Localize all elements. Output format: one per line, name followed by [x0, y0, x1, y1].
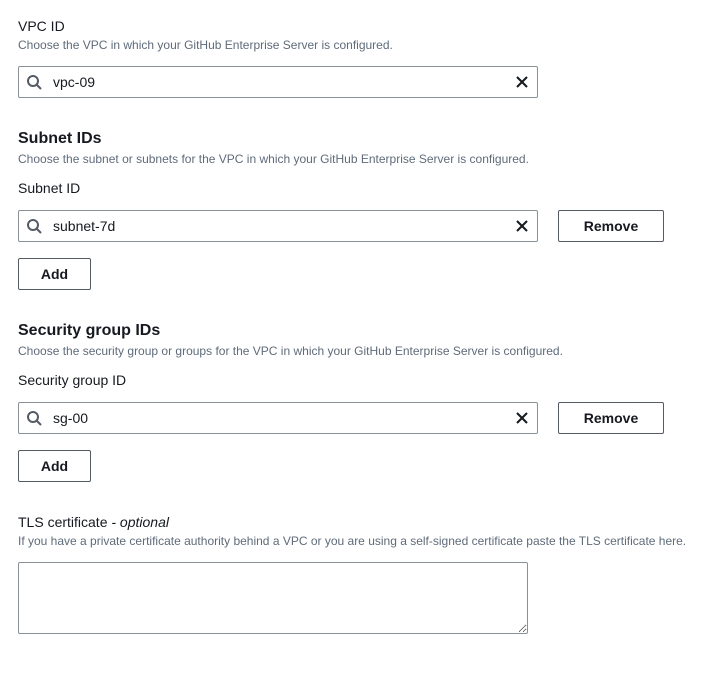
tls-certificate-textarea[interactable]: [18, 562, 528, 634]
subnet-ids-help: Choose the subnet or subnets for the VPC…: [18, 150, 703, 168]
subnet-id-input[interactable]: [18, 210, 538, 242]
vpc-id-input[interactable]: [18, 66, 538, 98]
security-group-section: Security group IDs Choose the security g…: [18, 322, 703, 482]
subnet-id-row: Remove: [18, 210, 703, 242]
remove-subnet-button[interactable]: Remove: [558, 210, 664, 242]
add-subnet-button[interactable]: Add: [18, 258, 91, 290]
add-security-group-button[interactable]: Add: [18, 450, 91, 482]
security-group-ids-heading: Security group IDs: [18, 322, 703, 340]
vpc-id-help: Choose the VPC in which your GitHub Ente…: [18, 36, 703, 54]
subnet-id-input-wrap: [18, 210, 538, 242]
tls-certificate-help: If you have a private certificate author…: [18, 532, 703, 550]
tls-label-text: TLS certificate: [18, 514, 107, 530]
tls-optional-suffix: - optional: [107, 514, 168, 530]
remove-security-group-button[interactable]: Remove: [558, 402, 664, 434]
clear-icon[interactable]: [514, 74, 530, 90]
tls-certificate-label: TLS certificate - optional: [18, 514, 703, 530]
tls-section: TLS certificate - optional If you have a…: [18, 514, 703, 637]
vpc-id-input-wrap: [18, 66, 538, 98]
security-group-id-input-wrap: [18, 402, 538, 434]
subnet-section: Subnet IDs Choose the subnet or subnets …: [18, 130, 703, 290]
security-group-ids-help: Choose the security group or groups for …: [18, 342, 703, 360]
clear-icon[interactable]: [514, 410, 530, 426]
subnet-id-label: Subnet ID: [18, 180, 703, 196]
vpc-id-label: VPC ID: [18, 18, 703, 34]
security-group-id-row: Remove: [18, 402, 703, 434]
security-group-id-label: Security group ID: [18, 372, 703, 388]
subnet-ids-heading: Subnet IDs: [18, 130, 703, 148]
vpc-section: VPC ID Choose the VPC in which your GitH…: [18, 18, 703, 98]
clear-icon[interactable]: [514, 218, 530, 234]
security-group-id-input[interactable]: [18, 402, 538, 434]
